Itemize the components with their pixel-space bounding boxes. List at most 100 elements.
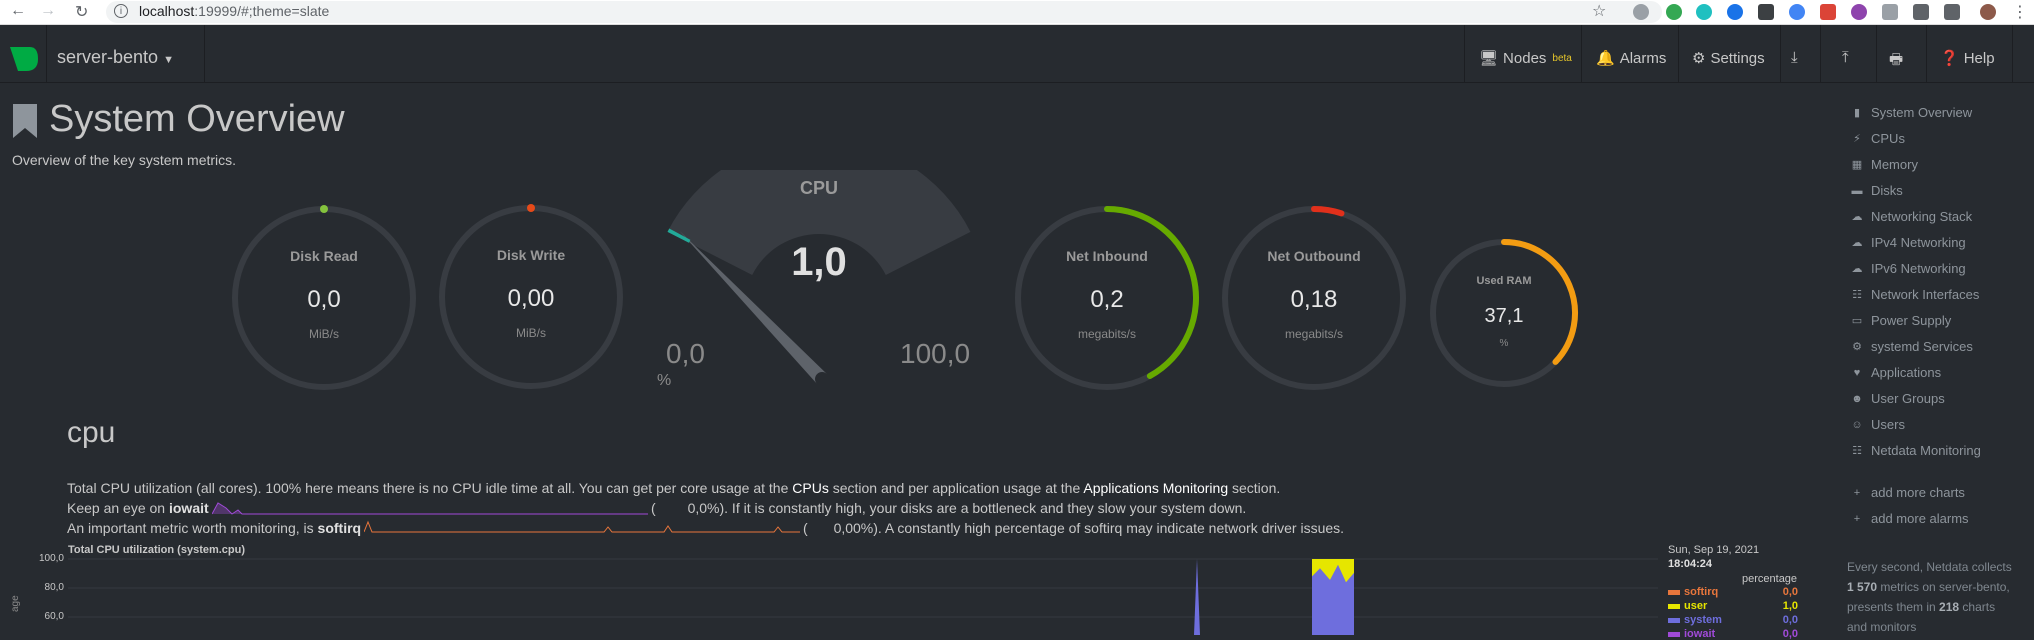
sidebar-item-network-interfaces[interactable]: ☷ Network Interfaces xyxy=(1851,287,1979,302)
desc-text: Total CPU utilization (all cores). 100% … xyxy=(67,480,793,496)
print-button[interactable]: 🖶 xyxy=(1889,49,1903,74)
cpu-description-line2: Keep an eye on iowait xyxy=(67,500,209,516)
legend-name: softirq xyxy=(1684,586,1719,598)
legend-item-softirq[interactable]: softirq 0,0 xyxy=(1668,586,1798,598)
extension-icon[interactable] xyxy=(1851,4,1867,20)
reload-icon[interactable]: ↻ xyxy=(75,2,88,22)
disk-read-value: 0,0 xyxy=(307,286,341,313)
sidebar-item-applications[interactable]: ♥ Applications xyxy=(1851,365,1941,380)
caret-down-icon: ▼ xyxy=(163,54,174,66)
plus-icon: + xyxy=(1853,486,1861,499)
chart-title: Total CPU utilization (system.cpu) xyxy=(68,544,246,556)
sidebar-item-ipv4-networking[interactable]: ☁ IPv4 Networking xyxy=(1851,235,1966,250)
sidebar-item-memory[interactable]: ▦ Memory xyxy=(1851,157,1918,172)
menu-icon[interactable]: ⋮ xyxy=(2012,2,2028,22)
charts-count: 218 xyxy=(1939,600,1960,614)
sidebar-item-user-groups[interactable]: ☻ User Groups xyxy=(1851,391,1945,406)
legend-value: 0,0 xyxy=(1782,628,1798,640)
desc-text: ). If it is constantly high, your disks … xyxy=(719,500,1247,516)
softirq-label: softirq xyxy=(317,520,362,536)
disk-read-unit: MiB/s xyxy=(309,327,339,341)
softirq-sparkline xyxy=(364,520,800,533)
puzzle-icon[interactable] xyxy=(1913,4,1929,20)
desc-text: ). A constantly high percentage of softi… xyxy=(873,520,1345,536)
gear-icon: ⚙ xyxy=(1692,50,1706,67)
info-icon[interactable]: i xyxy=(114,4,128,18)
sidebar-item-ipv6-networking[interactable]: ☁ IPv6 Networking xyxy=(1851,261,1966,276)
net-outbound-unit: megabits/s xyxy=(1284,327,1344,341)
cloud-icon: ☁ xyxy=(1851,211,1863,223)
chart-icon: ☷ xyxy=(1852,445,1862,457)
url-path: :19999/#;theme=slate xyxy=(194,3,330,19)
export-button[interactable]: ⤒ xyxy=(1842,49,1849,66)
sidebar-item-power-supply[interactable]: ▭ Power Supply xyxy=(1851,313,1951,328)
forward-icon[interactable]: → xyxy=(40,2,56,20)
y-tick-label: 80,0 xyxy=(44,582,64,593)
applications-monitoring-link[interactable]: Applications Monitoring xyxy=(1083,480,1228,496)
star-icon[interactable]: ☆ xyxy=(1592,1,1606,21)
legend-time: 18:04:24 xyxy=(1668,558,1713,570)
net-outbound-arc xyxy=(1311,206,1345,217)
extension-icon[interactable] xyxy=(1666,4,1682,20)
playlist-icon[interactable] xyxy=(1944,4,1960,20)
sidebar-item-label: Netdata Monitoring xyxy=(1871,443,1981,458)
extension-icon[interactable] xyxy=(1882,4,1898,20)
iowait-label: iowait xyxy=(168,500,209,516)
battery-icon: ▭ xyxy=(1851,315,1863,327)
extension-icon[interactable] xyxy=(1696,4,1712,20)
sidebar-item-networking-stack[interactable]: ☁ Networking Stack xyxy=(1851,209,1973,224)
extension-icon[interactable] xyxy=(1633,4,1649,20)
legend-item-system[interactable]: system 0,0 xyxy=(1668,614,1798,626)
chart-y-axis-label: age xyxy=(10,595,21,612)
back-icon[interactable]: ← xyxy=(10,2,26,20)
metrics-count: 1 570 xyxy=(1847,580,1878,594)
sidebar-item-cpus[interactable]: ⚡ CPUs xyxy=(1851,131,1905,146)
gauges-panel xyxy=(232,170,1578,390)
sidebar-item-label: CPUs xyxy=(1871,131,1905,146)
alarms-button[interactable]: 🔔 Alarms xyxy=(1596,49,1666,68)
legend-item-user[interactable]: user 1,0 xyxy=(1668,600,1798,612)
url-text[interactable]: localhost:19999/#;theme=slate xyxy=(139,3,329,19)
import-button[interactable]: ⤓ xyxy=(1791,49,1798,66)
navbar-divider xyxy=(204,25,205,82)
sidebar-item-netdata-monitoring[interactable]: ☷ Netdata Monitoring xyxy=(1851,443,1981,458)
beta-badge: beta xyxy=(1552,52,1572,64)
settings-button[interactable]: ⚙ Settings xyxy=(1692,49,1765,68)
extension-icon[interactable] xyxy=(1758,4,1774,20)
help-button[interactable]: ❓ Help xyxy=(1940,49,1995,68)
add-more-charts-link[interactable]: + add more charts xyxy=(1851,485,1965,500)
nodes-label: Nodes xyxy=(1503,49,1547,67)
extension-icon[interactable] xyxy=(1727,4,1743,20)
bookmark-icon xyxy=(13,104,37,138)
sidebar-item-system-overview[interactable]: ▮ System Overview xyxy=(1851,105,1972,120)
net-inbound-unit: megabits/s xyxy=(1077,327,1137,341)
avatar[interactable] xyxy=(1980,4,1996,20)
sitemap-icon: ☷ xyxy=(1852,289,1862,301)
nodes-button[interactable]: 🖥 Nodes beta xyxy=(1479,49,1572,68)
sidebar-item-disks[interactable]: ▬ Disks xyxy=(1851,183,1903,198)
extension-icon[interactable] xyxy=(1820,4,1836,20)
navbar-divider xyxy=(1678,25,1679,82)
sidebar-item-users[interactable]: ☺ Users xyxy=(1851,417,1905,432)
legend-swatch xyxy=(1668,603,1680,609)
legend-value: 0,0 xyxy=(1782,586,1798,598)
monitor-icon: 🖥 xyxy=(1479,50,1499,67)
hostname-dropdown[interactable]: server-bento ▼ xyxy=(57,47,174,68)
navbar-divider xyxy=(1926,25,1927,82)
netdata-logo-icon[interactable] xyxy=(8,45,40,73)
legend-item-iowait[interactable]: iowait 0,0 xyxy=(1668,628,1798,640)
add-more-alarms-link[interactable]: + add more alarms xyxy=(1851,511,1969,526)
net-outbound-title: Net Outbound xyxy=(1267,248,1361,264)
address-bar[interactable] xyxy=(106,1,1662,23)
navbar-divider xyxy=(2012,25,2013,82)
extension-icon[interactable] xyxy=(1789,4,1805,20)
legend-swatch xyxy=(1668,631,1680,637)
disk-write-unit: MiB/s xyxy=(516,326,546,340)
bookmark-icon: ▮ xyxy=(1853,107,1861,119)
cloud-icon: ☁ xyxy=(1851,263,1863,275)
cpu-chart-plot[interactable] xyxy=(68,558,1658,635)
sidebar-item-systemd-services[interactable]: ⚙ systemd Services xyxy=(1851,339,1973,354)
cpus-link[interactable]: CPUs xyxy=(792,480,829,496)
browser-toolbar: ← → ↻ i localhost:19999/#;theme=slate ☆ … xyxy=(0,0,2034,25)
cpu-description-line3: An important metric worth monitoring, is… xyxy=(67,520,361,536)
